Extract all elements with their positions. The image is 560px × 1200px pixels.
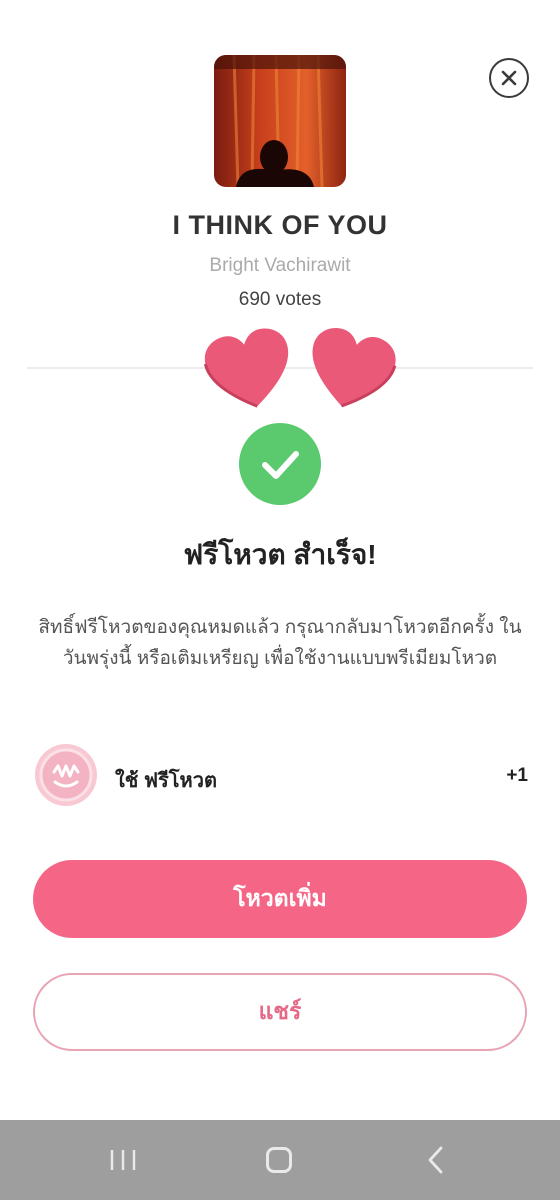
share-button[interactable]: แชร์ bbox=[33, 973, 527, 1051]
system-nav-bar bbox=[0, 1120, 560, 1200]
check-icon bbox=[262, 451, 299, 479]
usage-count: +1 bbox=[506, 765, 528, 786]
success-title: ฟรีโหวต สำเร็จ! bbox=[183, 539, 377, 570]
close-button[interactable] bbox=[489, 58, 529, 98]
vote-count: 690 votes bbox=[238, 289, 322, 310]
artist-name: Bright Vachirawit bbox=[209, 255, 351, 276]
song-title: I THINK OF YOU bbox=[172, 210, 388, 240]
coin-icon bbox=[33, 742, 99, 808]
hearts-icon bbox=[200, 322, 400, 417]
close-icon bbox=[501, 70, 517, 86]
album-cover bbox=[214, 55, 346, 187]
vote-more-button[interactable]: โหวตเพิ่ม bbox=[33, 860, 527, 938]
recent-apps-icon[interactable] bbox=[108, 1148, 138, 1172]
back-icon[interactable] bbox=[424, 1146, 448, 1174]
home-icon[interactable] bbox=[266, 1147, 292, 1173]
usage-row: ใช้ ฟรีโหวต +1 bbox=[33, 742, 528, 810]
success-badge bbox=[239, 423, 321, 505]
result-message: สิทธิ์ฟรีโหวตของคุณหมดแล้ว กรุณากลับมาโห… bbox=[38, 617, 522, 669]
usage-label: ใช้ ฟรีโหวต bbox=[115, 770, 217, 792]
